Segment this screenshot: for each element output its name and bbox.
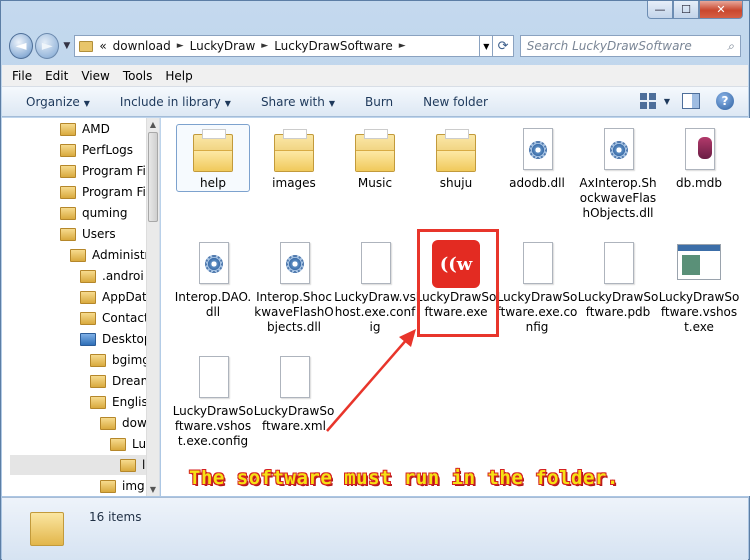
explorer-window: — ☐ ✕ ◄ ► ▼ « download ► LuckyDraw ► Luc…: [0, 0, 750, 560]
status-bar: 16 items: [2, 497, 748, 560]
folder-icon: [30, 506, 64, 546]
item-count: 16 items: [89, 510, 142, 524]
annotation-text: The software must run in the folder.: [189, 467, 619, 489]
